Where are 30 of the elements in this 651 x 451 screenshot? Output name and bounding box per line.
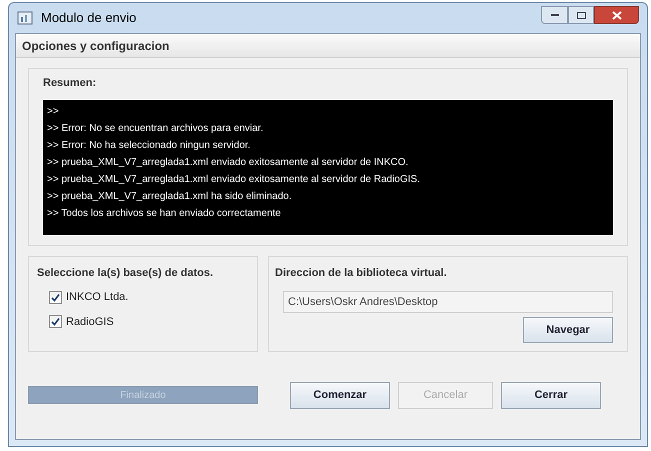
close-button[interactable]: [594, 6, 639, 24]
browse-button[interactable]: Navegar: [523, 317, 613, 343]
checkmark-icon: [51, 317, 60, 326]
minimize-icon: [550, 14, 558, 16]
action-button[interactable]: Cerrar: [501, 382, 601, 408]
checkbox-label: RadioGIS: [66, 314, 114, 330]
summary-title: Resumen:: [43, 76, 98, 91]
log-line: >> prueba_XML_V7_arreglada1.xml enviado exitosamente al servidor de RadioGIS.: [47, 172, 421, 186]
progress-label: Finalizado: [119, 388, 167, 402]
section-header: Opciones y configuracion: [22, 38, 170, 54]
app-window-icon: [17, 10, 33, 26]
log-line: >> Todos los archivos se han enviado correctamente: [47, 206, 282, 220]
close-icon: [612, 10, 622, 20]
window-title: Modulo de envio: [41, 9, 136, 28]
checkbox[interactable]: [49, 290, 62, 304]
checkbox[interactable]: [49, 315, 62, 328]
maximize-icon: [576, 12, 586, 18]
library-title: Direccion de la biblioteca virtual.: [275, 266, 448, 280]
action-button[interactable]: Comenzar: [290, 382, 390, 408]
log-line: >> Error: No ha seleccionado ningun servidor.: [47, 138, 252, 152]
log-line: >> prueba_XML_V7_arreglada1.xml ha sido eliminado.: [47, 190, 293, 204]
path-field[interactable]: C:\Users\Oskr Andres\Desktop: [283, 291, 613, 313]
minimize-button[interactable]: [541, 6, 568, 24]
log-line: >> prueba_XML_V7_arreglada1.xml enviado exitosamente al servidor de INKCO.: [47, 156, 410, 170]
database-title: Seleccione la(s) base(s) de datos.: [37, 266, 214, 280]
checkmark-icon: [51, 292, 60, 302]
maximize-button[interactable]: [568, 6, 594, 24]
checkbox-label: INKCO Ltda.: [66, 290, 128, 305]
log-line: >>: [47, 104, 60, 118]
log-line: >> Error: No se encuentran archivos para enviar.: [47, 122, 264, 136]
